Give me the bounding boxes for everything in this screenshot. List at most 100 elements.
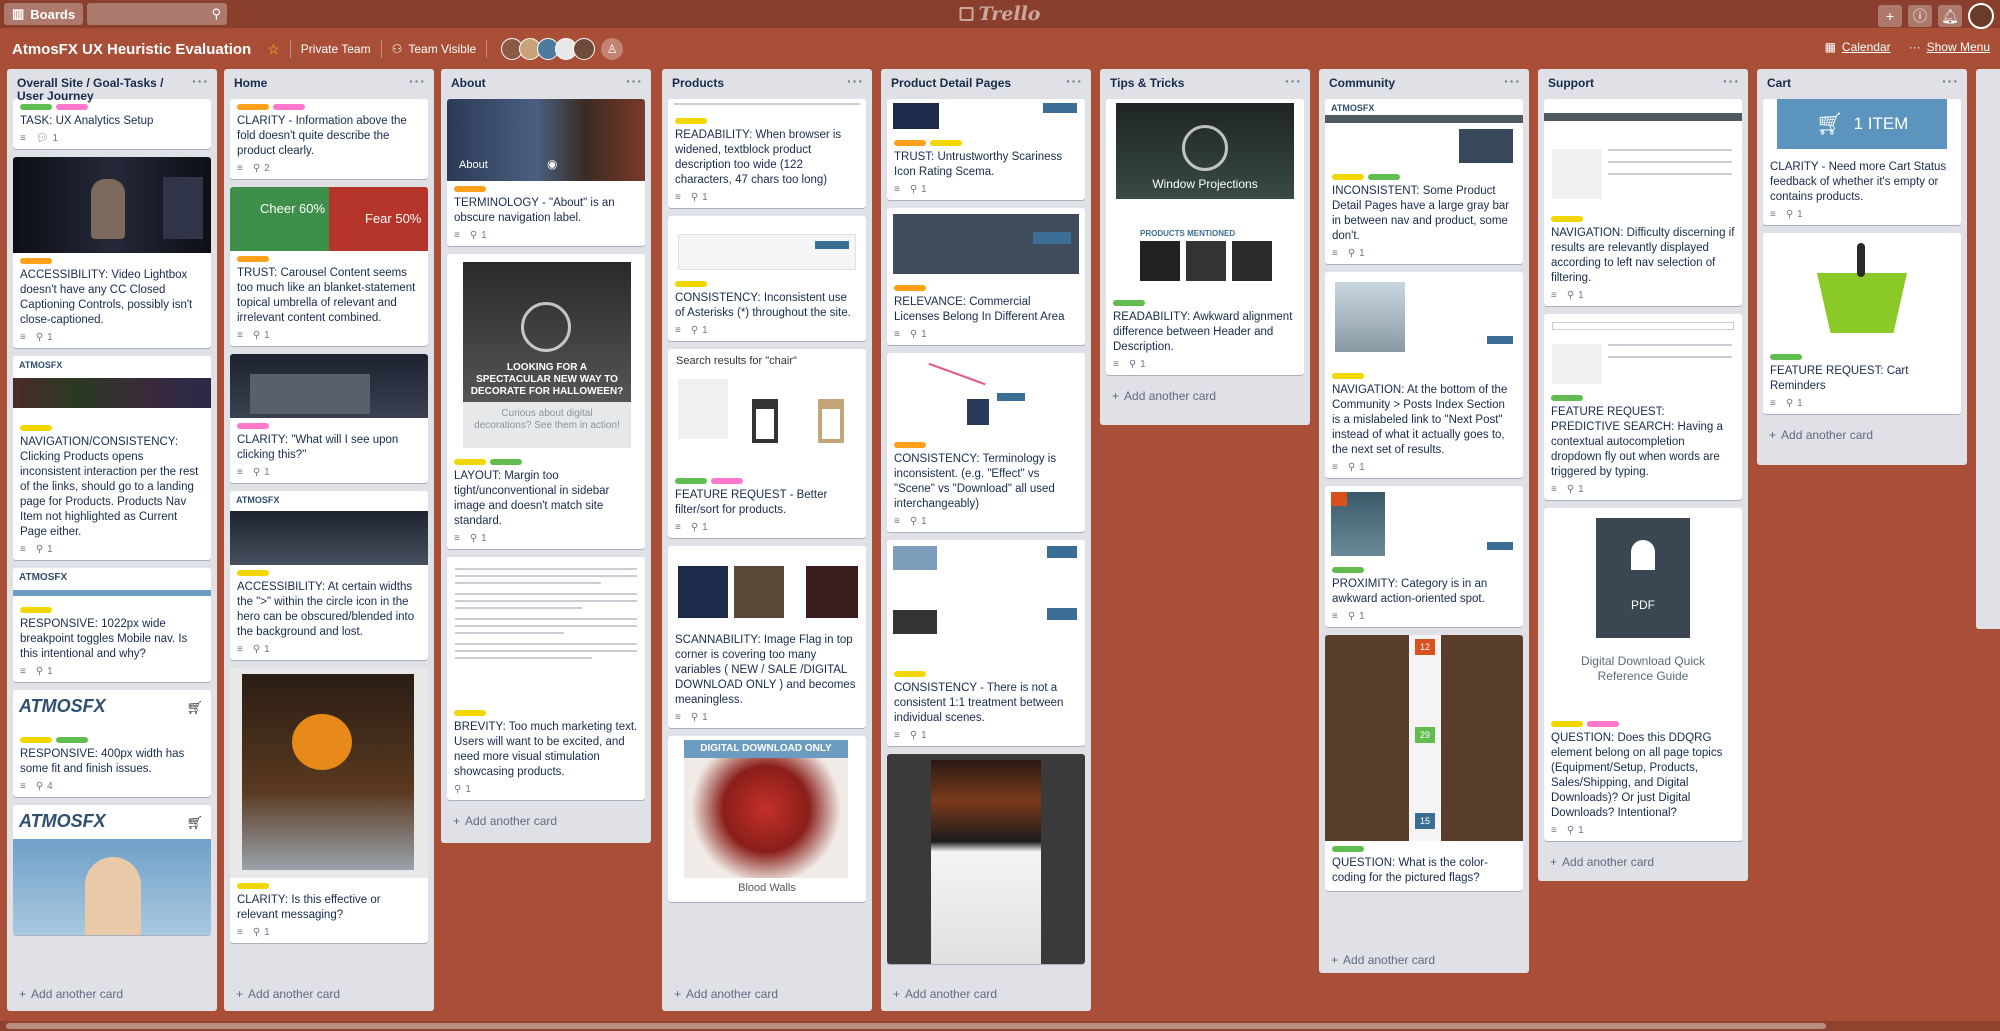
label-green [20,104,52,110]
list-menu-icon[interactable]: ··· [847,74,864,88]
card[interactable]: ATMOSFX 🛒︎ RESPONSIVE: 400px width has s… [13,690,211,797]
list-products: Products ··· READABILITY: When browser i… [662,69,872,1011]
card[interactable]: CLARITY - Information above the fold doe… [230,99,428,179]
card[interactable]: NAVIGATION: Difficulty discerning if res… [1544,99,1742,306]
visibility-button[interactable]: Team Visible [408,42,476,56]
card[interactable]: LOOKING FOR A SPECTACULAR NEW WAY TO DEC… [447,254,645,549]
team-visible-icon: ⚇ [391,42,403,56]
add-card-button[interactable]: + Add another card [7,981,217,1007]
list-menu-icon[interactable]: ··· [1504,74,1521,88]
add-card-button[interactable]: + Add another card [1757,422,1967,448]
list-title[interactable]: About [451,77,626,90]
list-title[interactable]: Product Detail Pages [891,77,1066,90]
card[interactable]: Search results for "chair" FEATURE REQUE… [668,349,866,538]
board-horizontal-scrollbar[interactable] [0,1021,2000,1031]
list-title[interactable]: Overall Site / Goal-Tasks / User Journey [17,77,192,103]
calendar-button[interactable]: Calendar [1842,40,1891,54]
invite-member-icon[interactable]: ♙ [601,38,624,60]
add-card-button[interactable]: + Add another card [1319,947,1529,973]
card[interactable]: NAVIGATION: At the bottom of the Communi… [1325,272,1523,478]
plus-icon: + [453,814,461,828]
card[interactable]: CONSISTENCY: Terminology is inconsistent… [887,353,1085,532]
attachment-icon: ⚲ [1566,825,1575,836]
card[interactable]: ATMOSFX ACCESSIBILITY: At certain widths… [230,491,428,660]
card-cover-image [887,99,1085,135]
attachment-icon: ⚲ [35,781,44,792]
add-card-button[interactable]: + Add another card [881,981,1091,1007]
card[interactable] [887,754,1085,964]
card-cover-image: ATMOSFX [230,491,428,565]
card[interactable]: 🛒︎ 1 ITEM CLARITY - Need more Cart Statu… [1763,99,1961,225]
star-icon[interactable]: ☆ [267,41,280,58]
card[interactable]: CONSISTENCY: Inconsistent use of Asteris… [668,216,866,341]
trello-logo[interactable]: Trello [959,3,1040,25]
list-menu-icon[interactable]: ··· [1723,74,1740,88]
card[interactable]: ATMOSFX RESPONSIVE: 1022px wide breakpoi… [13,568,211,682]
card-title: RELEVANCE: Commercial Licenses Belong In… [894,296,1065,323]
notifications-icon[interactable]: 🔔︎ [1938,5,1962,27]
list-title[interactable]: Tips & Tricks [1110,77,1285,90]
card[interactable]: PROXIMITY: Category is in an awkward act… [1325,486,1523,627]
eye-icon: ◉ [547,157,558,171]
card[interactable]: TRUST: Untrustworthy Scariness Icon Rati… [887,99,1085,200]
card[interactable]: BREVITY: Too much marketing text. Users … [447,557,645,800]
description-icon: ≡ [237,927,243,938]
list-menu-icon[interactable]: ··· [1942,74,1959,88]
cart-icon: 🛒︎ [186,700,203,715]
add-icon[interactable]: + [1878,5,1902,27]
member-avatar[interactable] [573,38,596,60]
list-menu-icon[interactable]: ··· [192,74,209,88]
card[interactable]: ATMOSFX NAVIGATION/CONSISTENCY: Clicking… [13,356,211,560]
label-green [1332,846,1364,852]
card[interactable]: PDF Digital Download Quick Reference Gui… [1544,508,1742,841]
list-title[interactable]: Support [1548,77,1723,90]
card[interactable]: CLARITY: Is this effective or relevant m… [230,668,428,943]
card[interactable]: DIGITAL DOWNLOAD ONLY Blood Walls [668,736,866,902]
list-title[interactable]: Home [234,77,409,90]
card[interactable]: About ◉ TERMINOLOGY - "About" is an obsc… [447,99,645,246]
card[interactable]: FEATURE REQUEST: Cart Reminders ≡ ⚲ 1 [1763,233,1961,414]
list-title[interactable]: Products [672,77,847,90]
list-menu-icon[interactable]: ··· [409,74,426,88]
card[interactable]: ATMOSFX INCONSISTENT: Some Product Detai… [1325,99,1523,264]
card[interactable]: CLARITY: "What will I see upon clicking … [230,354,428,483]
scrollbar-thumb[interactable] [6,1023,1826,1029]
card-cover-image: Search results for "chair" [668,349,866,473]
add-card-button[interactable]: + Add another card [1538,849,1748,875]
card[interactable]: ACCESSIBILITY: Video Lightbox doesn't ha… [13,157,211,348]
team-button[interactable]: Private Team [301,42,371,56]
description-icon: ≡ [237,163,243,174]
card[interactable]: TASK: UX Analytics Setup ≡ 💬︎ 1 [13,99,211,149]
card-title: QUESTION: What is the color-coding for t… [1332,857,1488,884]
list-menu-icon[interactable]: ··· [626,74,643,88]
card[interactable]: ATMOSFX 🛒︎ [13,805,211,935]
board-title[interactable]: AtmosFX UX Heuristic Evaluation [12,41,251,58]
card[interactable]: SCANNABILITY: Image Flag in top corner i… [668,546,866,728]
card[interactable]: FEATURE REQUEST: PREDICTIVE SEARCH: Havi… [1544,314,1742,500]
card-title: PROXIMITY: Category is in an awkward act… [1332,578,1488,605]
card[interactable]: Cheer 60% Fear 50% TRUST: Carousel Conte… [230,187,428,346]
add-card-button[interactable]: + Add another card [1100,383,1310,409]
card[interactable]: Window Projections PRODUCTS MENTIONED RE… [1106,99,1304,375]
list-title[interactable]: Cart [1767,77,1942,90]
add-card-button[interactable]: + Add another card [224,981,434,1007]
menu-dots-icon: ··· [1908,40,1921,54]
boards-button[interactable]: ▥ Boards [4,3,84,25]
info-icon[interactable]: ⓘ [1908,5,1932,27]
list-menu-icon[interactable]: ··· [1285,74,1302,88]
user-avatar[interactable] [1968,3,1994,29]
card[interactable]: 12 29 15 QUESTION: What is the color-cod… [1325,635,1523,891]
card-title: ACCESSIBILITY: Video Lightbox doesn't ha… [20,269,193,326]
attachment-icon: ⚲ [1128,359,1137,370]
add-card-button[interactable]: + Add another card [662,981,872,1007]
add-card-button[interactable]: + Add another card [441,808,651,834]
card[interactable]: CONSISTENCY - There is not a consistent … [887,540,1085,746]
card[interactable]: READABILITY: When browser is widened, te… [668,99,866,208]
attachment-icon: ⚲ [1566,484,1575,495]
show-menu-button[interactable]: Show Menu [1927,40,1990,54]
search-input[interactable]: ⚲ [87,3,228,25]
card[interactable]: RELEVANCE: Commercial Licenses Belong In… [887,208,1085,345]
list-title[interactable]: Community [1329,77,1504,90]
list-menu-icon[interactable]: ··· [1066,74,1083,88]
label-green [1332,567,1364,573]
